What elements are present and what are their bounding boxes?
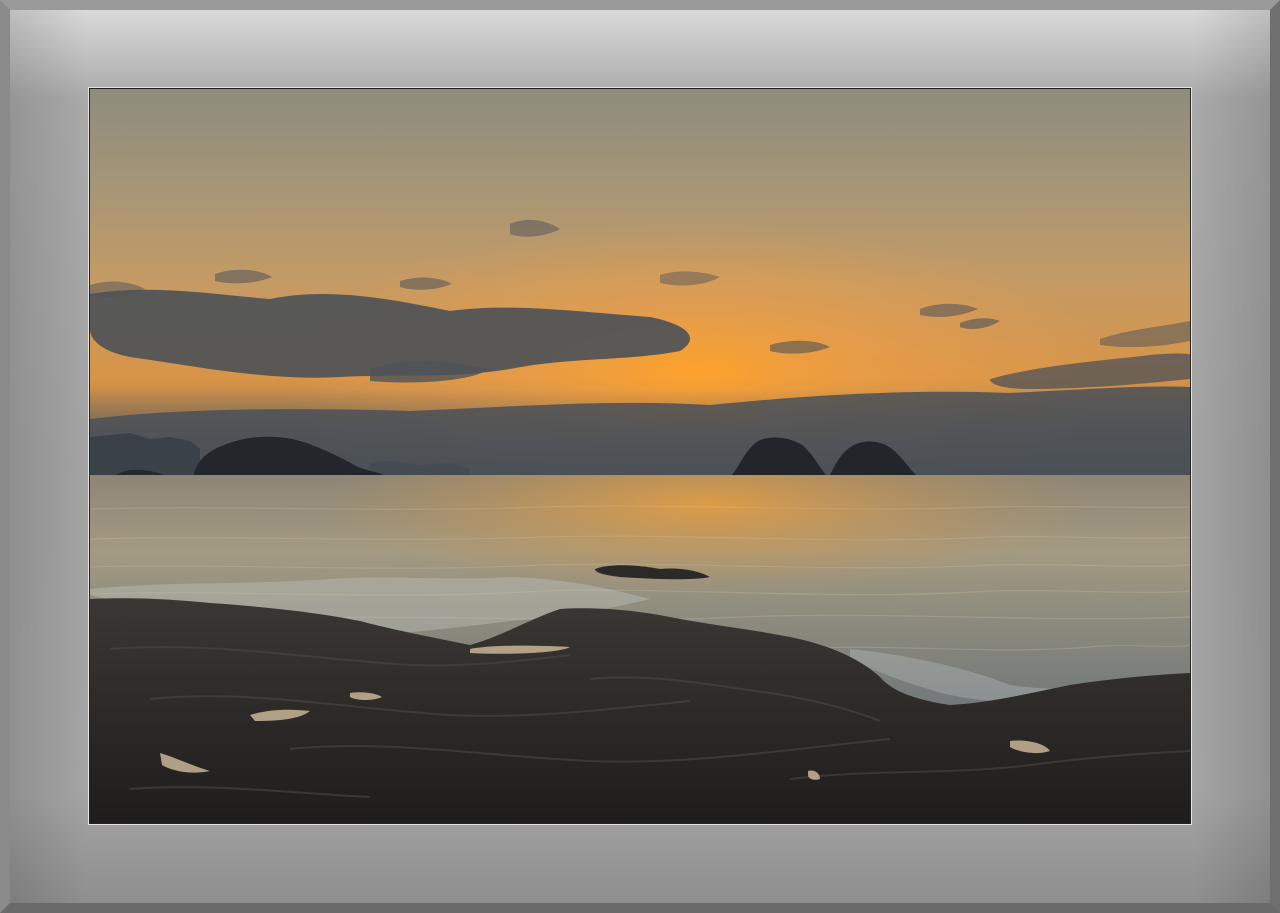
sunset-seascape-photo: [90, 89, 1190, 823]
photo-frame: [88, 87, 1192, 825]
